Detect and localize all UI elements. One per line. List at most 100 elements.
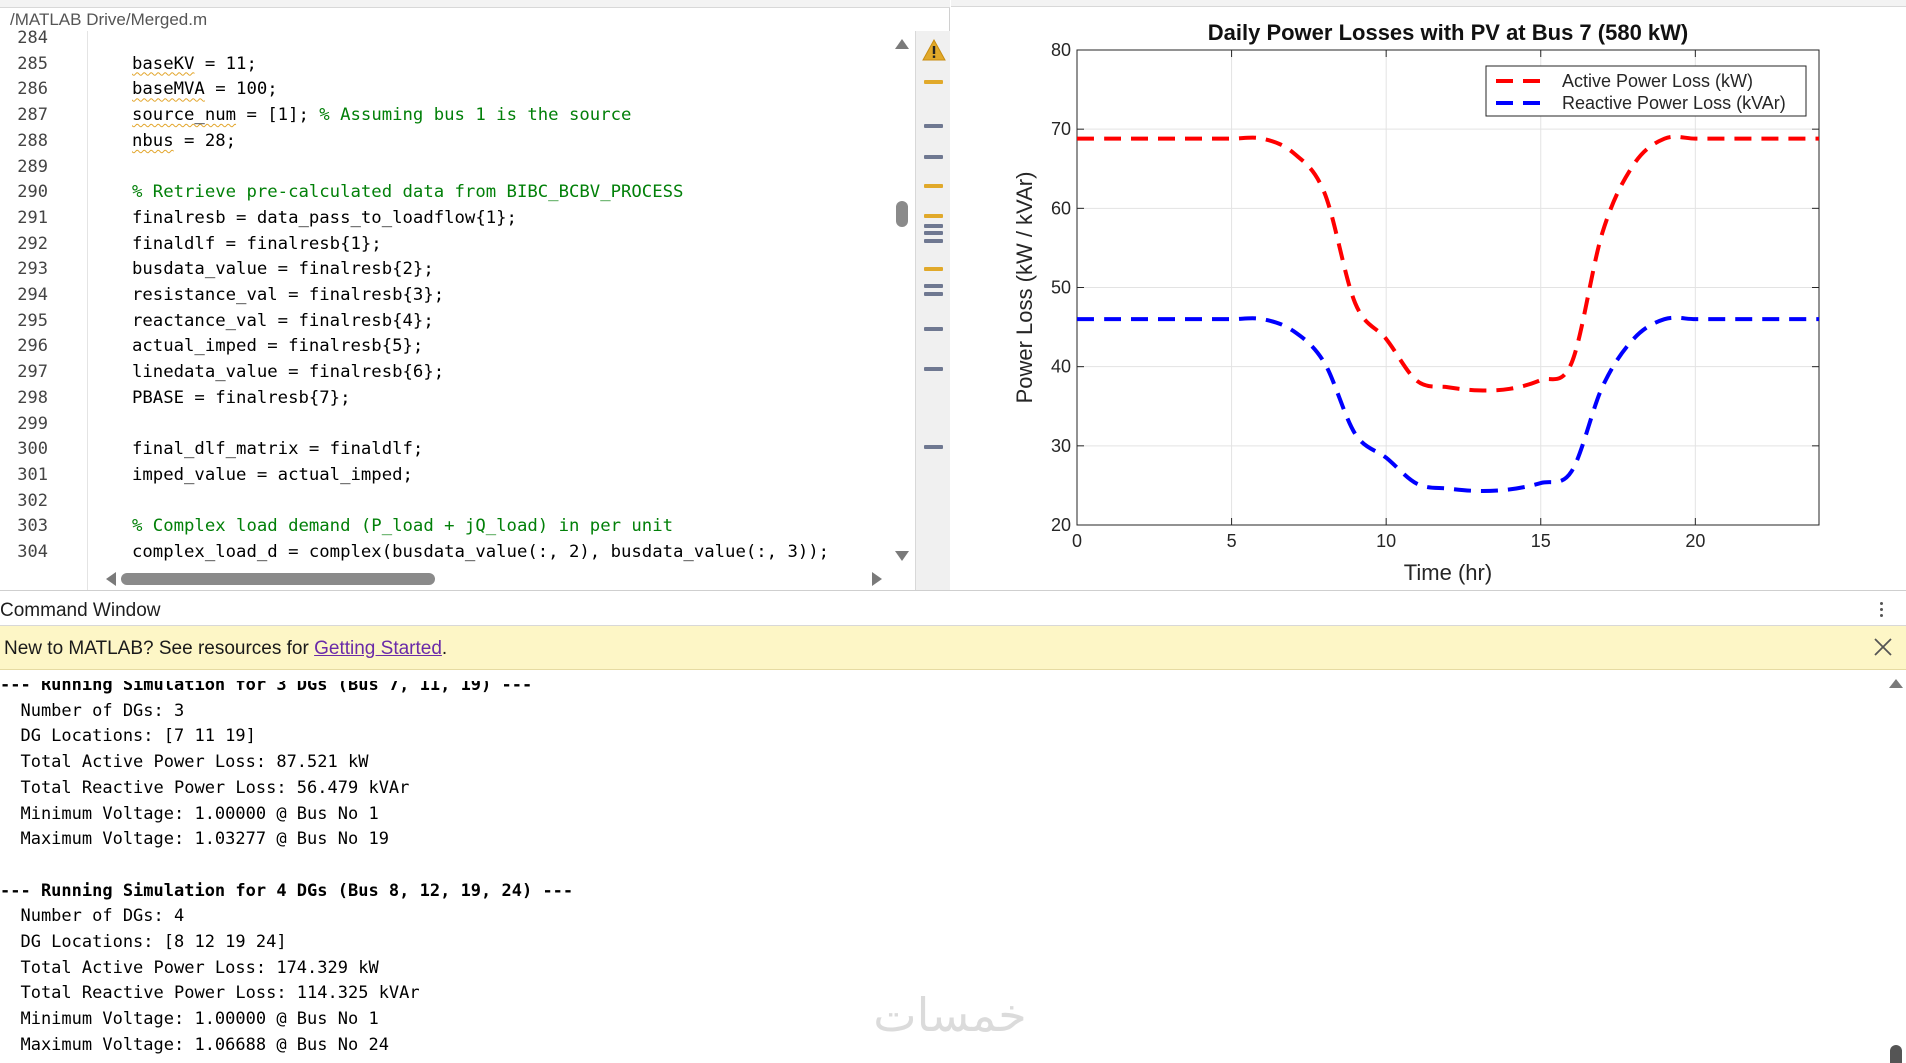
info-marker[interactable]: [924, 367, 943, 371]
code-line[interactable]: baseKV = 11;: [132, 52, 257, 78]
code-text: baseMVA = 100;: [132, 79, 278, 100]
warning-marker[interactable]: [924, 267, 943, 271]
line-number[interactable]: 284: [0, 26, 48, 52]
getting-started-banner: New to MATLAB? See resources for Getting…: [0, 626, 1906, 670]
more-options-icon[interactable]: [1872, 597, 1892, 621]
line-number[interactable]: 290: [0, 180, 48, 206]
line-number[interactable]: 304: [0, 540, 48, 566]
warning-marker[interactable]: [924, 80, 943, 84]
code-comment: % Complex load demand (P_load + jQ_load)…: [132, 516, 674, 537]
warned-identifier[interactable]: baseMVA: [132, 79, 205, 99]
getting-started-link[interactable]: Getting Started: [314, 638, 442, 659]
line-number[interactable]: 289: [0, 155, 48, 181]
line-number[interactable]: 298: [0, 386, 48, 412]
warning-marker[interactable]: [924, 214, 943, 218]
editor-hscroll-thumb[interactable]: [121, 573, 435, 585]
code-line[interactable]: resistance_val = finalresb{3};: [132, 283, 444, 309]
scroll-down-arrow-icon[interactable]: [895, 551, 909, 561]
line-number[interactable]: 302: [0, 489, 48, 515]
editor-scroll-thumb[interactable]: [896, 201, 908, 227]
line-number[interactable]: 301: [0, 463, 48, 489]
code-line[interactable]: % Retrieve pre-calculated data from BIBC…: [132, 180, 683, 206]
code-text: actual_imped = finalresb{5};: [132, 336, 424, 357]
info-marker[interactable]: [924, 292, 943, 296]
code-line[interactable]: busdata_value = finalresb{2};: [132, 257, 434, 283]
line-number[interactable]: 293: [0, 257, 48, 283]
code-text: source_num = [1];: [132, 105, 309, 126]
warning-marker[interactable]: [924, 184, 943, 188]
output-line: DG Locations: [7 11 19]: [0, 726, 256, 747]
line-number[interactable]: 296: [0, 334, 48, 360]
line-number[interactable]: 300: [0, 437, 48, 463]
line-number[interactable]: 299: [0, 412, 48, 438]
code-analyzer-bar[interactable]: [915, 31, 950, 591]
warning-icon[interactable]: [922, 39, 946, 61]
info-marker[interactable]: [924, 239, 943, 243]
scroll-up-arrow-icon[interactable]: [895, 39, 909, 49]
output-line: Total Reactive Power Loss: 56.479 kVAr: [0, 777, 410, 798]
warned-identifier[interactable]: nbus: [132, 131, 174, 151]
line-number[interactable]: 286: [0, 77, 48, 103]
banner-message: New to MATLAB? See resources for: [4, 638, 315, 659]
output-line: Minimum Voltage: 1.00000 @ Bus No 1: [0, 803, 379, 824]
code-line[interactable]: % Complex load demand (P_load + jQ_load)…: [132, 514, 673, 540]
warned-identifier[interactable]: baseKV: [132, 54, 194, 74]
code-text: finalresb = data_pass_to_loadflow{1};: [132, 207, 517, 228]
output-line: Minimum Voltage: 1.00000 @ Bus No 1: [0, 1009, 379, 1030]
line-number[interactable]: 303: [0, 514, 48, 540]
scroll-left-arrow-icon[interactable]: [106, 572, 116, 586]
code-line[interactable]: finaldlf = finalresb{1};: [132, 232, 382, 258]
info-marker[interactable]: [924, 155, 943, 159]
info-marker[interactable]: [924, 284, 943, 288]
line-number-gutter: 284 285 286 287 288 289 290 291 292 293 294 295 296 2…: [0, 28, 88, 591]
editor-vertical-scrollbar[interactable]: [889, 31, 915, 571]
info-marker[interactable]: [924, 224, 943, 228]
info-marker[interactable]: [924, 445, 943, 449]
code-line[interactable]: reactance_val = finalresb{4};: [132, 309, 434, 335]
y-tick-label: 60: [1051, 198, 1071, 218]
watermark-text: خمسات: [873, 988, 1026, 1042]
code-line[interactable]: nbus = 28;: [132, 129, 236, 155]
y-axis-label: Power Loss (kW / kVAr): [1012, 172, 1037, 404]
line-number[interactable]: 295: [0, 309, 48, 335]
editor-panel: /MATLAB Drive/Merged.m 284 285 286 287 288 28…: [0, 0, 950, 591]
code-line[interactable]: imped_value = actual_imped;: [132, 463, 413, 489]
code-text: imped_value = actual_imped;: [132, 464, 413, 485]
command-vertical-scrollbar[interactable]: [1884, 675, 1906, 1063]
line-number[interactable]: 285: [0, 52, 48, 78]
code-line[interactable]: actual_imped = finalresb{5};: [132, 334, 423, 360]
info-marker[interactable]: [924, 327, 943, 331]
line-number[interactable]: 287: [0, 103, 48, 129]
code-line[interactable]: final_dlf_matrix = finaldlf;: [132, 437, 423, 463]
code-line[interactable]: complex_load_d = complex(busdata_value(:…: [132, 540, 829, 566]
line-number[interactable]: 288: [0, 129, 48, 155]
chart-title: Daily Power Losses with PV at Bus 7 (580…: [1208, 20, 1689, 45]
code-line[interactable]: linedata_value = finalresb{6};: [132, 360, 444, 386]
output-line: Total Active Power Loss: 87.521 kW: [0, 752, 369, 773]
power-loss-chart: 0 5 10 15 20 20 30 40 50 60 70 80 Daily Power Losses…: [1012, 20, 1820, 585]
editor-horizontal-scrollbar[interactable]: [88, 567, 888, 589]
line-number[interactable]: 297: [0, 360, 48, 386]
command-scroll-thumb[interactable]: [1890, 1045, 1902, 1063]
y-tick-label: 20: [1051, 515, 1071, 535]
command-window-title: Command Window: [0, 600, 161, 621]
line-number[interactable]: 292: [0, 232, 48, 258]
editor-tab-strip[interactable]: [0, 0, 950, 8]
code-line[interactable]: finalresb = data_pass_to_loadflow{1};: [132, 206, 517, 232]
scroll-up-arrow-icon[interactable]: [1889, 679, 1903, 688]
info-marker[interactable]: [924, 231, 943, 235]
code-line[interactable]: PBASE = finalresb{7};: [132, 386, 351, 412]
output-line: Number of DGs: 4: [0, 906, 185, 927]
code-text: complex_load_d = complex(busdata_value(:…: [132, 542, 830, 562]
line-number[interactable]: 291: [0, 206, 48, 232]
line-number[interactable]: 294: [0, 283, 48, 309]
warned-identifier[interactable]: source_num: [132, 105, 236, 125]
code-comment: % Retrieve pre-calculated data from BIBC…: [132, 182, 684, 203]
code-line[interactable]: source_num = [1]; % Assuming bus 1 is th…: [132, 103, 631, 129]
scroll-right-arrow-icon[interactable]: [872, 572, 882, 586]
code-editor-area[interactable]: baseKV = 11; baseMVA = 100; source_num = […: [88, 31, 888, 576]
info-marker[interactable]: [924, 124, 943, 128]
close-icon[interactable]: [1872, 636, 1894, 658]
output-line: Maximum Voltage: 1.06688 @ Bus No 24: [0, 1034, 389, 1055]
code-line[interactable]: baseMVA = 100;: [132, 77, 278, 103]
